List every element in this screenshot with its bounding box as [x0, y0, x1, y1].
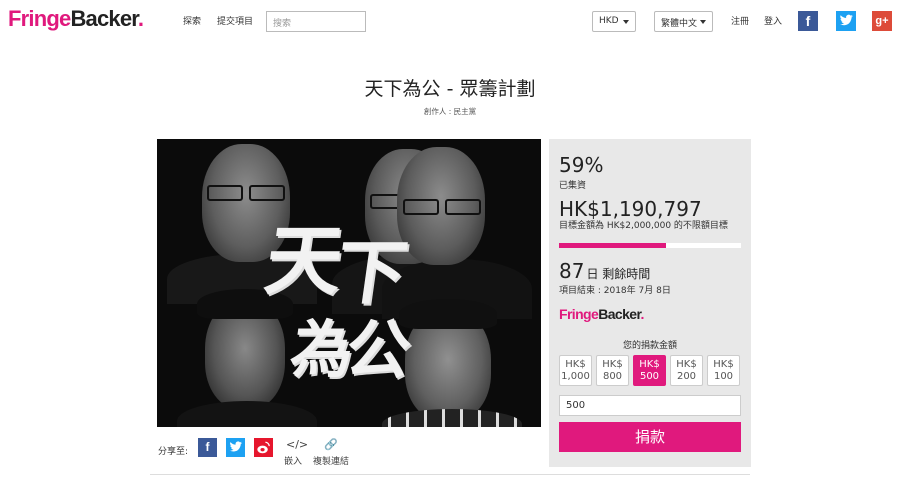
code-icon: </>	[286, 438, 309, 451]
days-remaining: 87 日 剩餘時間	[559, 259, 650, 283]
raised-amount: HK$1,190,797	[559, 197, 702, 221]
currency-select[interactable]: HKD	[592, 11, 636, 32]
share-weibo-icon[interactable]	[254, 438, 273, 457]
project-title: 天下為公 - 眾籌計劃	[364, 78, 536, 100]
funding-panel: 59% 已集資 HK$1,190,797 目標金額為 HK$2,000,000 …	[549, 139, 751, 467]
project-creator[interactable]: 創作人 : 民主黨	[0, 106, 900, 117]
share-facebook-icon[interactable]: f	[198, 438, 217, 457]
copy-link-button[interactable]: 🔗 複製連結	[310, 438, 352, 467]
goal-text: 目標金額為 HK$2,000,000 的不限額目標	[559, 221, 728, 231]
search-input[interactable]: 搜索	[266, 11, 366, 32]
currency-value: HKD	[599, 16, 619, 26]
fringebacker-logo-small: FringeBacker.	[559, 306, 644, 322]
link-icon: 🔗	[324, 438, 338, 451]
donation-amount-label: 您的捐款金額	[622, 341, 677, 351]
embed-button[interactable]: </> 嵌入	[282, 438, 309, 467]
days-number: 87	[559, 259, 585, 283]
funded-percent: 59%	[559, 153, 604, 177]
amount-option-1000[interactable]: HK$ 1,000	[559, 355, 592, 386]
login-link[interactable]: 登入	[764, 14, 782, 27]
language-value: 繁體中文	[661, 19, 698, 29]
register-link[interactable]: 注冊	[731, 14, 749, 27]
copy-link-label: 複製連結	[312, 457, 349, 467]
amount-option-500[interactable]: HK$ 500	[633, 355, 666, 386]
nav-explore-link[interactable]: 探索	[183, 14, 201, 27]
site-header: FringeBacker. 探索 提交項目 搜索 HKD 繁體中文 注冊 登入 …	[0, 0, 900, 44]
divider	[150, 474, 750, 475]
amount-option-200[interactable]: HK$ 200	[670, 355, 703, 386]
project-hero-image: 天 下 為 公	[157, 139, 541, 427]
calligraphy-char-4: 公	[340, 313, 416, 388]
chevron-down-icon	[700, 20, 706, 24]
twitter-icon[interactable]	[836, 11, 856, 31]
share-label: 分享至:	[158, 447, 189, 457]
donate-button[interactable]: 捐款	[559, 422, 741, 452]
language-select[interactable]: 繁體中文	[654, 11, 713, 32]
funded-percent-label: 已集資	[559, 181, 587, 191]
fringebacker-logo[interactable]: FringeBacker.	[8, 6, 144, 32]
share-twitter-icon[interactable]	[226, 438, 245, 457]
embed-label: 嵌入	[283, 457, 302, 467]
chevron-down-icon	[623, 20, 629, 24]
amount-option-100[interactable]: HK$ 100	[707, 355, 740, 386]
nav-submit-project-link[interactable]: 提交項目	[217, 14, 253, 27]
progress-bar	[559, 243, 741, 248]
end-date: 項目結束 : 2018年 7月 8日	[559, 286, 671, 296]
facebook-icon[interactable]: f	[798, 11, 818, 31]
progress-bar-fill	[559, 243, 667, 248]
google-plus-icon[interactable]: g+	[872, 11, 892, 31]
amount-option-800[interactable]: HK$ 800	[596, 355, 629, 386]
donation-amount-input[interactable]: 500	[559, 395, 741, 416]
days-text: 日 剩餘時間	[586, 267, 651, 281]
